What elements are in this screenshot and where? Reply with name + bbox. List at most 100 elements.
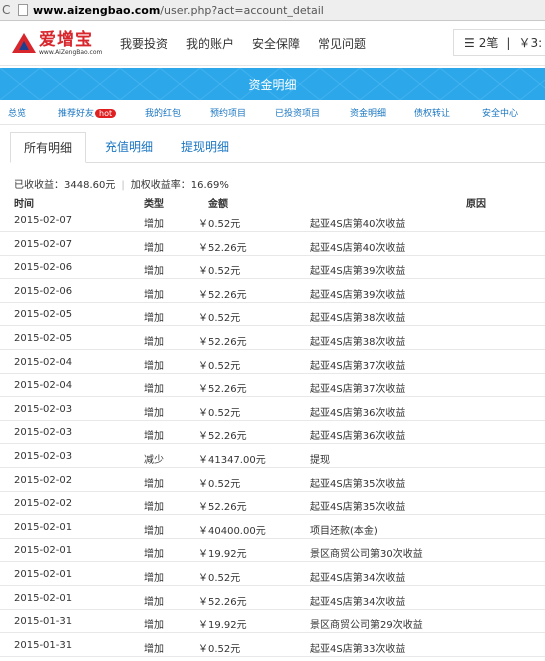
row-type: 增加 [144,266,164,278]
logo-mark-icon [12,33,36,53]
row-reason: 景区商贸公司第29次收益 [310,620,423,632]
nav-invest[interactable]: 我要投资 [120,35,168,52]
row-reason: 起亚4S店第39次收益 [310,266,406,278]
row-reason: 起亚4S店第38次收益 [310,313,406,325]
cart-separator: | [506,35,511,50]
table-row: 2015-02-07 增加 ￥0.52元 起亚4S店第40次收益 [0,209,545,232]
header-amount: 金额 [208,199,228,210]
subnav-fund-detail[interactable]: 资金明细 [350,106,386,119]
row-type: 增加 [144,219,164,230]
row-amount: ￥0.52元 [198,266,241,278]
table-row: 2015-02-01 增加 ￥52.26元 起亚4S店第34次收益 [0,587,545,610]
row-date: 2015-02-01 [14,521,73,533]
row-date: 2015-02-06 [14,262,73,274]
nav-faq[interactable]: 常见问题 [318,35,366,52]
table-row: 2015-02-02 增加 ￥0.52元 起亚4S店第35次收益 [0,469,545,492]
tab-all[interactable]: 所有明细 [10,132,86,163]
address-bar[interactable]: C www.aizengbao.com/user.php?act=account… [0,0,545,21]
subnav-invested[interactable]: 已投资项目 [275,106,320,119]
row-amount: ￥0.52元 [198,360,241,372]
row-type: 增加 [144,431,164,443]
table-row: 2015-02-01 增加 ￥19.92元 景区商贸公司第30次收益 [0,539,545,563]
row-date: 2015-02-03 [14,403,73,415]
table-row: 2015-01-31 增加 ￥19.92元 景区商贸公司第29次收益 [0,610,545,634]
row-amount: ￥52.26元 [198,337,247,348]
row-amount: ￥40400.00元 [198,525,266,537]
row-type: 增加 [144,643,164,655]
logo-brand: 爱增宝 [39,29,93,50]
row-date: 2015-02-04 [14,356,73,368]
table-row: 2015-02-01 增加 ￥0.52元 起亚4S店第34次收益 [0,563,545,586]
nav-security[interactable]: 安全保障 [252,35,300,52]
row-date: 2015-01-31 [14,616,73,628]
row-amount: ￥52.26元 [198,289,247,301]
row-type: 增加 [144,525,164,537]
header-type: 类型 [144,199,164,210]
row-amount: ￥19.92元 [198,620,247,632]
row-reason: 起亚4S店第34次收益 [310,596,406,608]
row-amount: ￥0.52元 [198,573,241,584]
income-summary: 已收收益：3448.60元 | 加权收益率：16.69% [14,176,229,191]
row-date: 2015-02-05 [14,309,73,321]
page-icon [18,4,28,16]
row-reason: 起亚4S店第36次收益 [310,431,406,443]
row-type: 增加 [144,242,164,254]
row-reason: 起亚4S店第35次收益 [310,478,406,490]
row-reason: 景区商贸公司第30次收益 [310,549,423,561]
row-date: 2015-02-01 [14,592,73,604]
cart-count: 2笔 [478,36,499,50]
subnav-reserved[interactable]: 预约项目 [210,106,246,119]
table-row: 2015-02-04 增加 ￥52.26元 起亚4S店第37次收益 [0,374,545,398]
row-reason: 起亚4S店第37次收益 [310,384,406,396]
row-type: 增加 [144,337,164,348]
row-date: 2015-02-03 [14,427,73,439]
tab-withdraw[interactable]: 提现明细 [170,132,240,162]
hot-badge: hot [95,109,117,118]
row-reason: 起亚4S店第36次收益 [310,407,406,419]
row-date: 2015-01-31 [14,639,73,651]
detail-tabs: 所有明细 充值明细 提现明细 [10,132,545,163]
row-reason: 起亚4S店第38次收益 [310,337,406,348]
cart-summary[interactable]: ☰ 2笔 | ￥3: [453,29,545,56]
row-amount: ￥52.26元 [198,596,247,608]
list-icon: ☰ [464,35,475,50]
row-amount: ￥0.52元 [198,478,241,490]
subnav-overview[interactable]: 总览 [8,106,26,119]
row-reason: 起亚4S店第33次收益 [310,643,406,655]
row-type: 增加 [144,407,164,419]
url-path: /user.php?act=account_detail [160,3,324,17]
tab-recharge[interactable]: 充值明细 [94,132,164,162]
row-date: 2015-02-02 [14,474,73,486]
row-type: 增加 [144,289,164,301]
table-row: 2015-02-03 增加 ￥0.52元 起亚4S店第36次收益 [0,398,545,421]
row-amount: ￥52.26元 [198,242,247,254]
reload-icon[interactable]: C [2,3,14,17]
subnav-red-packets[interactable]: 我的红包 [145,106,181,119]
table-row: 2015-01-31 增加 ￥0.52元 起亚4S店第33次收益 [0,634,545,657]
row-type: 增加 [144,384,164,396]
table-row: 2015-02-01 增加 ￥40400.00元 项目还款(本金) [0,516,545,539]
row-date: 2015-02-07 [14,238,73,250]
account-subnav: 总览 推荐好友 hot 我的红包 预约项目 已投资项目 资金明细 债权转让 安全中… [0,100,545,125]
row-date: 2015-02-01 [14,569,73,580]
cart-amount: ￥3: [518,36,543,50]
row-type: 增加 [144,620,164,632]
row-reason: 起亚4S店第40次收益 [310,219,406,230]
row-amount: ￥52.26元 [198,502,247,514]
subnav-debt-transfer[interactable]: 债权转让 [414,106,450,119]
subnav-security-center[interactable]: 安全中心 [482,106,518,119]
row-reason: 起亚4S店第37次收益 [310,360,406,372]
row-date: 2015-02-02 [14,498,73,510]
table-row: 2015-02-06 增加 ￥0.52元 起亚4S店第39次收益 [0,256,545,280]
row-amount: ￥41347.00元 [198,455,266,466]
subnav-refer-friends[interactable]: 推荐好友 hot [58,106,117,119]
site-logo[interactable]: 爱增宝 www.AiZengBao.com [12,31,104,56]
logo-url: www.AiZengBao.com [39,48,103,56]
nav-account[interactable]: 我的账户 [186,35,234,52]
row-reason: 项目还款(本金) [310,525,378,537]
row-date: 2015-02-07 [14,215,73,226]
url-host: www.aizengbao.com [33,3,161,17]
row-amount: ￥52.26元 [198,431,247,443]
row-date: 2015-02-05 [14,333,73,344]
row-date: 2015-02-01 [14,545,73,557]
